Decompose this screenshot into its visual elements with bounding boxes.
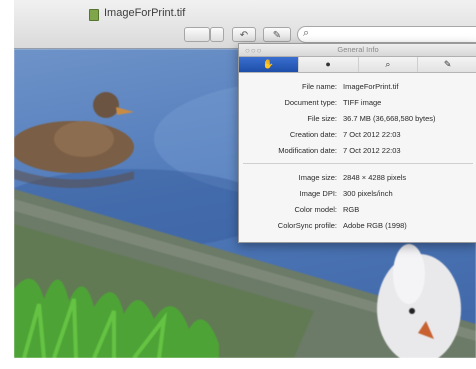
tab-more-info[interactable]: ● [299,57,359,72]
row-value: Adobe RGB (1998) [343,221,407,230]
tab-magnify[interactable]: ⌕ [359,57,419,72]
row-label: Modification date: [278,146,337,155]
disabled-tool-button-2[interactable] [210,27,224,42]
section-divider [243,163,473,164]
search-icon: ⌕ [303,27,310,39]
rotate-icon: ↶ [239,30,249,41]
swan-neck [393,244,425,304]
info-row: Document type: TIFF image [239,98,475,108]
duck-breast [54,121,114,157]
panel-titlebar: ○○○ General Info [239,44,476,57]
info-row: Image DPI: 300 pixels/inch [239,189,475,199]
info-row: ColorSync profile: Adobe RGB (1998) [239,221,475,231]
info-row: Image size: 2848 × 4288 pixels [239,173,475,183]
row-label: File name: [301,82,337,91]
duck-beak [116,107,134,115]
row-value: TIFF image [343,98,382,107]
row-value: 2848 × 4288 pixels [343,173,407,182]
row-label: Image size: [298,173,337,182]
row-value: 36.7 MB (36,668,580 bytes) [343,114,436,123]
magnifier-icon: ⌕ [385,59,391,69]
row-label: ColorSync profile: [277,221,337,230]
panel-title: General Info [337,45,379,54]
search-input[interactable]: ⌕ [297,26,476,43]
info-row: File name: ImageForPrint.tif [239,82,475,92]
panel-tabs: ✋ ● ⌕ ✎ [239,57,476,73]
rotate-button[interactable]: ↶ [232,27,256,42]
tab-annotations[interactable]: ✎ [418,57,476,72]
row-label: File size: [307,114,337,123]
info-icon: ● [325,59,331,69]
tab-general[interactable]: ✋ [239,57,299,72]
pen-icon: ✎ [443,59,452,69]
row-label: Creation date: [289,130,337,139]
info-row: Color model: RGB [239,205,475,215]
window-titlebar: ImageForPrint.tif ↶ ✎ ⌕ [14,0,476,49]
info-row: File size: 36.7 MB (36,668,580 bytes) [239,114,475,124]
row-value: 7 Oct 2012 22:03 [343,146,401,155]
hand-icon: ✋ [262,59,274,69]
disabled-tool-button[interactable] [184,27,210,42]
markup-pen-icon: ✎ [272,30,282,41]
row-value: RGB [343,205,360,214]
row-label: Color model: [294,205,337,214]
info-row: Modification date: 7 Oct 2012 22:03 [239,146,475,156]
row-value: ImageForPrint.tif [343,82,399,91]
row-value: 7 Oct 2012 22:03 [343,130,401,139]
row-label: Image DPI: [299,189,337,198]
markup-button[interactable]: ✎ [263,27,291,42]
swan-eye [409,308,415,314]
window-title: ImageForPrint.tif [104,7,186,19]
info-row: Creation date: 7 Oct 2012 22:03 [239,130,475,140]
tiff-document-icon [89,9,99,21]
row-label: Document type: [284,98,337,107]
duck-head [93,92,119,118]
row-value: 300 pixels/inch [343,189,393,198]
general-info-panel: ○○○ General Info ✋ ● ⌕ ✎ File name: Imag… [238,43,476,243]
